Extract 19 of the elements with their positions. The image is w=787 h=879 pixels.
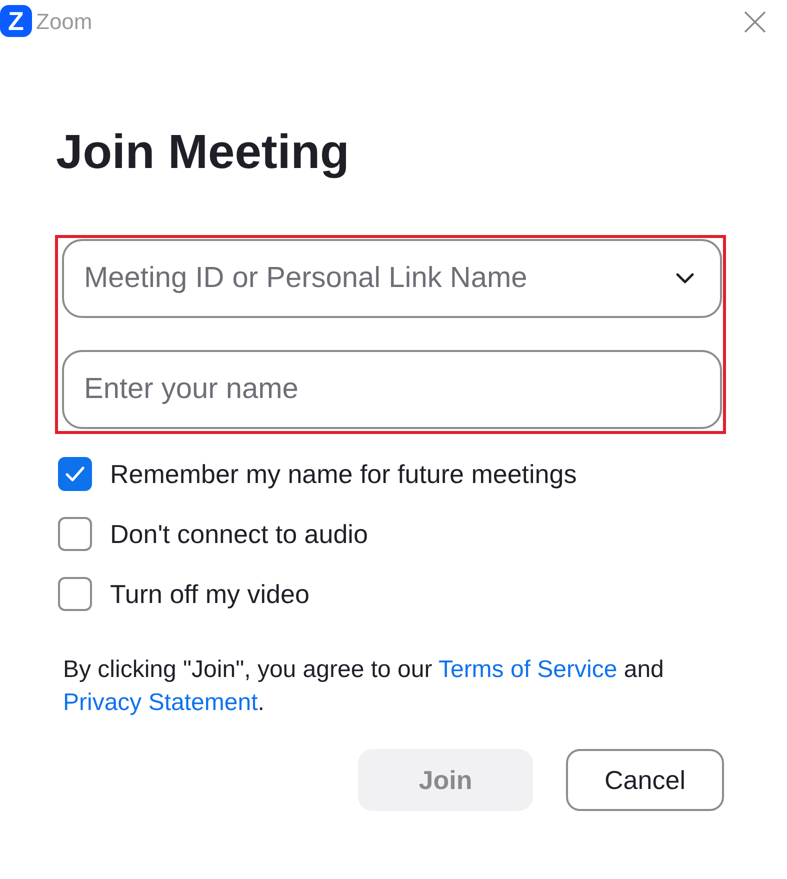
cancel-button[interactable]: Cancel — [566, 749, 724, 811]
checkbox-label: Remember my name for future meetings — [110, 458, 577, 490]
name-input-field[interactable]: Enter your name — [62, 350, 722, 429]
checkbox[interactable] — [58, 577, 92, 611]
app-name: Zoom — [36, 9, 92, 35]
chevron-down-icon[interactable] — [676, 273, 694, 284]
checkbox-label: Don't connect to audio — [110, 518, 368, 550]
close-icon — [743, 10, 767, 34]
app-logo-icon: Z — [0, 5, 32, 37]
policy-link[interactable]: Privacy Statement — [63, 689, 258, 716]
close-button[interactable] — [743, 10, 767, 34]
terms-agreement-text: By clicking "Join", you agree to our Terms of Service and Privacy Statement. — [63, 655, 665, 718]
checkbox-label: Turn off my video — [110, 578, 310, 610]
checkmark-icon — [65, 466, 85, 482]
meeting-id-combobox[interactable]: Meeting ID or Personal Link Name — [62, 239, 722, 318]
checkbox[interactable] — [58, 517, 92, 551]
checkbox[interactable] — [58, 457, 92, 491]
policy-link[interactable]: Terms of Service — [438, 656, 618, 683]
dialog-heading: Join Meeting — [56, 125, 350, 181]
